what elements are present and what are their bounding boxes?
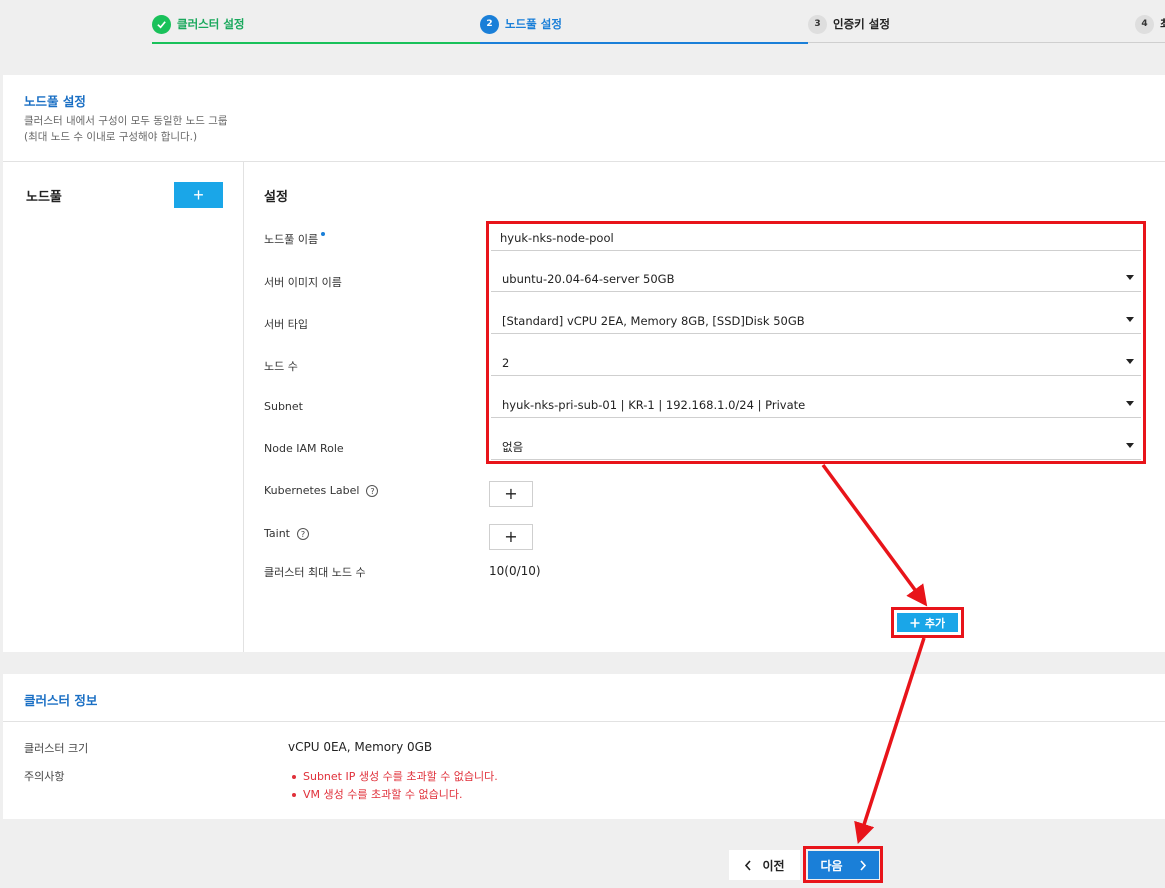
chevron-left-icon bbox=[745, 859, 752, 871]
warning-item: VM 생성 수를 초과할 수 없습니다. bbox=[292, 786, 462, 802]
step-label: 인증키 설정 bbox=[833, 17, 890, 31]
add-nodepool-button[interactable]: + bbox=[174, 182, 223, 208]
label-text: Kubernetes Label bbox=[264, 484, 360, 497]
plus-icon bbox=[910, 618, 920, 627]
max-nodes-value: 10(0/10) bbox=[489, 564, 541, 578]
label-text: Taint bbox=[264, 527, 290, 540]
cluster-size-value: vCPU 0EA, Memory 0GB bbox=[288, 740, 433, 754]
cluster-size-label: 클러스터 크기 bbox=[24, 742, 89, 755]
step-authkey-settings[interactable]: 3 인증키 설정 bbox=[808, 14, 890, 34]
button-label: 추가 bbox=[924, 616, 946, 630]
section-title: 노드풀 설정 bbox=[24, 94, 86, 109]
node-count-label: 노드 수 bbox=[264, 360, 298, 373]
next-button[interactable]: 다음 bbox=[808, 851, 879, 879]
stepper: 클러스터 설정 2 노드풀 설정 3 인증키 설정 4 최 bbox=[0, 0, 1165, 44]
subnet-label: Subnet bbox=[264, 400, 303, 413]
warning-text: Subnet IP 생성 수를 초과할 수 없습니다. bbox=[303, 770, 498, 783]
add-taint-button[interactable]: + bbox=[489, 524, 533, 550]
divider bbox=[3, 161, 1165, 162]
step-progress-line bbox=[808, 42, 1165, 43]
check-icon bbox=[152, 14, 171, 34]
step-nodepool-settings[interactable]: 2 노드풀 설정 bbox=[480, 14, 562, 34]
section-description: 클러스터 내에서 구성이 모두 동일한 노드 그룹 (최대 노드 수 이내로 구… bbox=[24, 113, 228, 145]
step-label: 클러스터 설정 bbox=[177, 17, 245, 31]
bullet-icon bbox=[292, 793, 296, 797]
chevron-right-icon bbox=[859, 859, 866, 871]
label-text: 노드풀 이름 bbox=[264, 233, 319, 246]
description-line: 클러스터 내에서 구성이 모두 동일한 노드 그룹 bbox=[24, 115, 228, 127]
node-iam-role-label: Node IAM Role bbox=[264, 442, 344, 455]
prev-button[interactable]: 이전 bbox=[729, 850, 800, 880]
help-icon[interactable]: ? bbox=[296, 528, 309, 540]
step-label: 최 bbox=[1160, 16, 1165, 32]
nodepool-name-label: 노드풀 이름 bbox=[264, 231, 326, 247]
server-type-label: 서버 타입 bbox=[264, 318, 308, 331]
step-number: 3 bbox=[808, 14, 827, 34]
add-nodepool-confirm-button[interactable]: 추가 bbox=[897, 613, 958, 632]
divider bbox=[243, 162, 244, 652]
kubernetes-label-label: Kubernetes Label? bbox=[264, 484, 379, 497]
nodepool-list-label: 노드풀 bbox=[26, 190, 62, 205]
add-kubernetes-label-button[interactable]: + bbox=[489, 481, 533, 507]
step-cluster-settings[interactable]: 클러스터 설정 bbox=[152, 14, 244, 34]
help-icon[interactable]: ? bbox=[366, 485, 379, 497]
highlight-box bbox=[486, 221, 1146, 464]
max-nodes-label: 클러스터 최대 노드 수 bbox=[264, 566, 366, 579]
taint-label: Taint? bbox=[264, 527, 309, 540]
step-progress-line bbox=[152, 42, 480, 44]
settings-title: 설정 bbox=[264, 190, 288, 205]
button-label: 이전 bbox=[762, 858, 785, 873]
step-number: 4 bbox=[1135, 14, 1154, 34]
step-label: 노드풀 설정 bbox=[505, 17, 562, 31]
warning-text: VM 생성 수를 초과할 수 없습니다. bbox=[303, 788, 463, 801]
cluster-info-title: 클러스터 정보 bbox=[24, 693, 98, 708]
warning-item: Subnet IP 생성 수를 초과할 수 없습니다. bbox=[292, 768, 498, 784]
step-number: 2 bbox=[480, 14, 499, 34]
server-image-label: 서버 이미지 이름 bbox=[264, 276, 342, 289]
divider bbox=[3, 721, 1165, 722]
bullet-icon bbox=[292, 775, 296, 779]
cluster-info-panel bbox=[3, 674, 1165, 819]
button-label: 다음 bbox=[820, 858, 843, 873]
description-line: (최대 노드 수 이내로 구성해야 합니다.) bbox=[24, 131, 198, 143]
step-final[interactable]: 4 최 bbox=[1135, 14, 1165, 34]
notice-label: 주의사항 bbox=[24, 770, 65, 783]
required-indicator bbox=[321, 232, 326, 236]
step-progress-line bbox=[480, 42, 808, 44]
